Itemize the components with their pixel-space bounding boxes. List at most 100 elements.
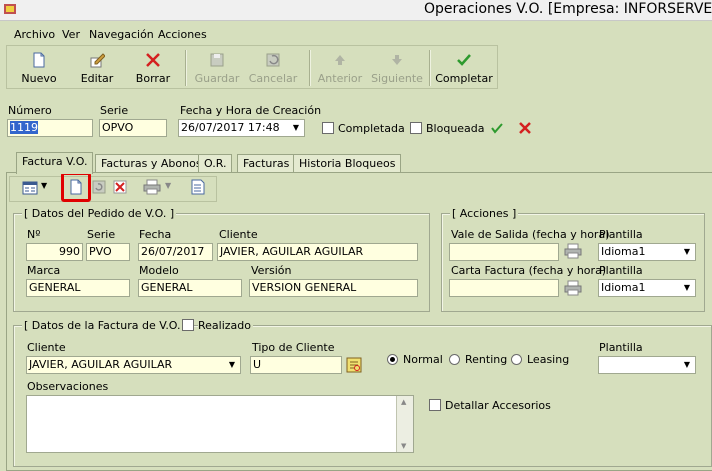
pedido-modelo-label: Modelo xyxy=(139,264,179,277)
pedido-n-label: Nº xyxy=(27,228,41,241)
completar-button[interactable]: Completar xyxy=(435,50,493,86)
scroll-up-icon[interactable]: ▲ xyxy=(401,398,406,406)
cancelar-button[interactable]: Cancelar xyxy=(245,50,301,86)
numero-field[interactable]: 1119 xyxy=(7,119,93,137)
undo-icon[interactable] xyxy=(92,180,106,194)
lookup-icon[interactable] xyxy=(346,357,362,373)
pedido-n-field[interactable]: 990 xyxy=(26,243,83,261)
menu-navegacion[interactable]: Navegación xyxy=(89,28,154,41)
anterior-button[interactable]: Anterior xyxy=(313,50,367,86)
guardar-label: Guardar xyxy=(194,72,240,85)
pedido-modelo-field[interactable]: GENERAL xyxy=(138,279,242,297)
renting-label: Renting xyxy=(465,353,508,366)
factura-plantilla-label: Plantilla xyxy=(599,341,643,354)
pedido-version-label: Versión xyxy=(251,264,292,277)
new-document-icon xyxy=(33,52,45,68)
pedido-serie-label: Serie xyxy=(87,228,116,241)
pedido-cliente-label: Cliente xyxy=(219,228,258,241)
fecha-creacion-select[interactable]: 26/07/2017 17:48 ▼ xyxy=(178,119,305,137)
renting-radio[interactable] xyxy=(449,354,460,365)
completada-checkbox[interactable] xyxy=(322,122,334,134)
plantilla-vale-select[interactable]: Idioma1 ▼ xyxy=(598,243,696,261)
delete-icon xyxy=(146,53,160,67)
chevron-down-icon[interactable]: ▼ xyxy=(680,281,694,295)
print-vale-icon[interactable] xyxy=(564,243,582,259)
cancel-x-icon[interactable] xyxy=(518,121,532,135)
guardar-button[interactable]: Guardar xyxy=(191,50,243,86)
borrar-label: Borrar xyxy=(135,72,171,85)
serie-label: Serie xyxy=(100,104,129,117)
pedido-marca-field[interactable]: GENERAL xyxy=(26,279,130,297)
numero-label: Número xyxy=(8,104,52,117)
detallar-accesorios-label: Detallar Accesorios xyxy=(445,399,551,412)
detallar-accesorios-checkbox[interactable] xyxy=(429,399,441,411)
chevron-down-icon[interactable]: ▼ xyxy=(680,358,694,372)
fecha-creacion-value: 26/07/2017 17:48 xyxy=(181,121,280,134)
delete-line-icon[interactable] xyxy=(113,180,127,194)
serie-field[interactable]: OPVO xyxy=(99,119,167,137)
bloqueada-checkbox[interactable] xyxy=(410,122,422,134)
title-bar: Operaciones V.O. [Empresa: INFORSERVEIS … xyxy=(0,0,712,21)
observaciones-textarea[interactable]: ▲ ▼ xyxy=(26,395,414,453)
print-carta-icon[interactable] xyxy=(564,280,582,296)
factura-cliente-label: Cliente xyxy=(27,341,66,354)
main-toolbar: Nuevo Editar Borrar Guardar Cancelar Ant… xyxy=(6,45,498,89)
siguiente-label: Siguiente xyxy=(371,72,423,85)
chevron-down-icon[interactable]: ▼ xyxy=(680,245,694,259)
pedido-cliente-field[interactable]: JAVIER, AGUILAR AGUILAR xyxy=(217,243,418,261)
save-icon xyxy=(210,53,224,67)
chevron-down-icon[interactable]: ▼ xyxy=(225,358,239,372)
observaciones-scrollbar[interactable]: ▲ ▼ xyxy=(396,396,413,452)
view-icon[interactable] xyxy=(22,180,38,196)
tipo-cliente-label: Tipo de Cliente xyxy=(252,341,335,354)
menu-acciones[interactable]: Acciones xyxy=(158,28,207,41)
pedido-version-field[interactable]: VERSION GENERAL xyxy=(249,279,418,297)
print-icon[interactable] xyxy=(143,179,161,195)
window-title: Operaciones V.O. [Empresa: INFORSERVEIS … xyxy=(424,1,712,17)
report-icon[interactable] xyxy=(191,179,205,195)
carta-factura-field[interactable] xyxy=(449,279,559,297)
menu-bar: Archivo Ver Navegación Acciones xyxy=(0,24,712,44)
vale-salida-label: Vale de Salida (fecha y hora) xyxy=(451,228,610,241)
menu-archivo[interactable]: Archivo xyxy=(14,28,55,41)
factura-group-title: [ Datos de la Factura de V.O. ] xyxy=(22,319,191,332)
chevron-down-icon[interactable]: ▼ xyxy=(289,121,303,135)
menu-ver[interactable]: Ver xyxy=(62,28,80,41)
observaciones-label: Observaciones xyxy=(27,380,109,393)
confirm-check-icon[interactable] xyxy=(490,121,504,135)
view-chevron-down-icon[interactable]: ▼ xyxy=(41,181,47,190)
tab-strip: Factura V.O. Facturas y Abonos O.R. Fact… xyxy=(6,152,710,174)
plantilla-carta-label: Plantilla xyxy=(599,264,643,277)
leasing-radio[interactable] xyxy=(511,354,522,365)
siguiente-button[interactable]: Siguiente xyxy=(369,50,425,86)
checkmark-icon xyxy=(457,54,471,66)
realizado-checkbox[interactable] xyxy=(182,319,194,331)
numero-value: 1119 xyxy=(10,121,38,134)
pedido-serie-field[interactable]: PVO xyxy=(86,243,130,261)
nuevo-button[interactable]: Nuevo xyxy=(11,50,67,86)
tab-or[interactable]: O.R. xyxy=(198,154,233,173)
normal-radio[interactable] xyxy=(387,354,398,365)
acciones-group-title: [ Acciones ] xyxy=(450,207,519,220)
factura-cliente-value: JAVIER, AGUILAR AGUILAR xyxy=(29,358,173,371)
factura-cliente-select[interactable]: JAVIER, AGUILAR AGUILAR ▼ xyxy=(26,356,241,374)
factura-plantilla-select[interactable]: ▼ xyxy=(598,356,696,374)
tab-facturas-abonos[interactable]: Facturas y Abonos xyxy=(95,154,208,173)
editar-button[interactable]: Editar xyxy=(69,50,125,86)
pedido-group-title: [ Datos del Pedido de V.O. ] xyxy=(22,207,177,220)
scroll-down-icon[interactable]: ▼ xyxy=(401,442,406,450)
vale-salida-field[interactable] xyxy=(449,243,559,261)
pedido-fecha-field[interactable]: 26/07/2017 xyxy=(138,243,213,261)
borrar-button[interactable]: Borrar xyxy=(127,50,179,86)
tab-historia-bloqueos[interactable]: Historia Bloqueos xyxy=(293,154,402,173)
plantilla-carta-select[interactable]: Idioma1 ▼ xyxy=(598,279,696,297)
tab-facturas[interactable]: Facturas xyxy=(237,154,296,173)
pedido-marca-label: Marca xyxy=(27,264,61,277)
carta-factura-label: Carta Factura (fecha y hora) xyxy=(451,264,607,277)
tipo-cliente-field[interactable]: U xyxy=(250,356,342,374)
print-chevron-down-icon[interactable]: ▼ xyxy=(165,181,171,190)
toolbar-separator xyxy=(309,50,311,86)
completar-label: Completar xyxy=(435,72,493,85)
new-line-icon[interactable] xyxy=(68,179,84,195)
tab-factura-vo[interactable]: Factura V.O. xyxy=(16,152,94,174)
